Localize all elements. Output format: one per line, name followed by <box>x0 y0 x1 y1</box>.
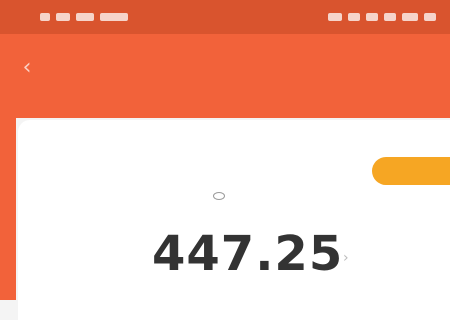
status-badge[interactable] <box>372 157 450 185</box>
status-icon <box>76 13 94 21</box>
app-icon <box>56 13 70 21</box>
balance-amount: 447.25 <box>152 226 344 282</box>
signal-icon-2 <box>366 13 378 21</box>
status-text-block <box>100 13 128 21</box>
page-header: ‹ <box>0 34 450 118</box>
wifi-icon <box>328 13 342 21</box>
status-right <box>328 13 442 21</box>
back-button[interactable]: ‹ <box>14 54 40 80</box>
side-strip <box>0 118 16 300</box>
battery-icon <box>384 13 396 21</box>
notification-icon <box>40 13 50 21</box>
chevron-left-icon: ‹ <box>22 54 32 80</box>
status-left <box>40 13 134 21</box>
eye-icon[interactable] <box>213 192 225 200</box>
status-block <box>424 13 436 21</box>
chevron-right-icon[interactable]: › <box>343 250 349 266</box>
balance-label <box>205 192 225 200</box>
status-bar <box>0 0 450 34</box>
signal-icon <box>348 13 360 21</box>
clock-block <box>402 13 418 21</box>
balance-card <box>18 120 450 320</box>
